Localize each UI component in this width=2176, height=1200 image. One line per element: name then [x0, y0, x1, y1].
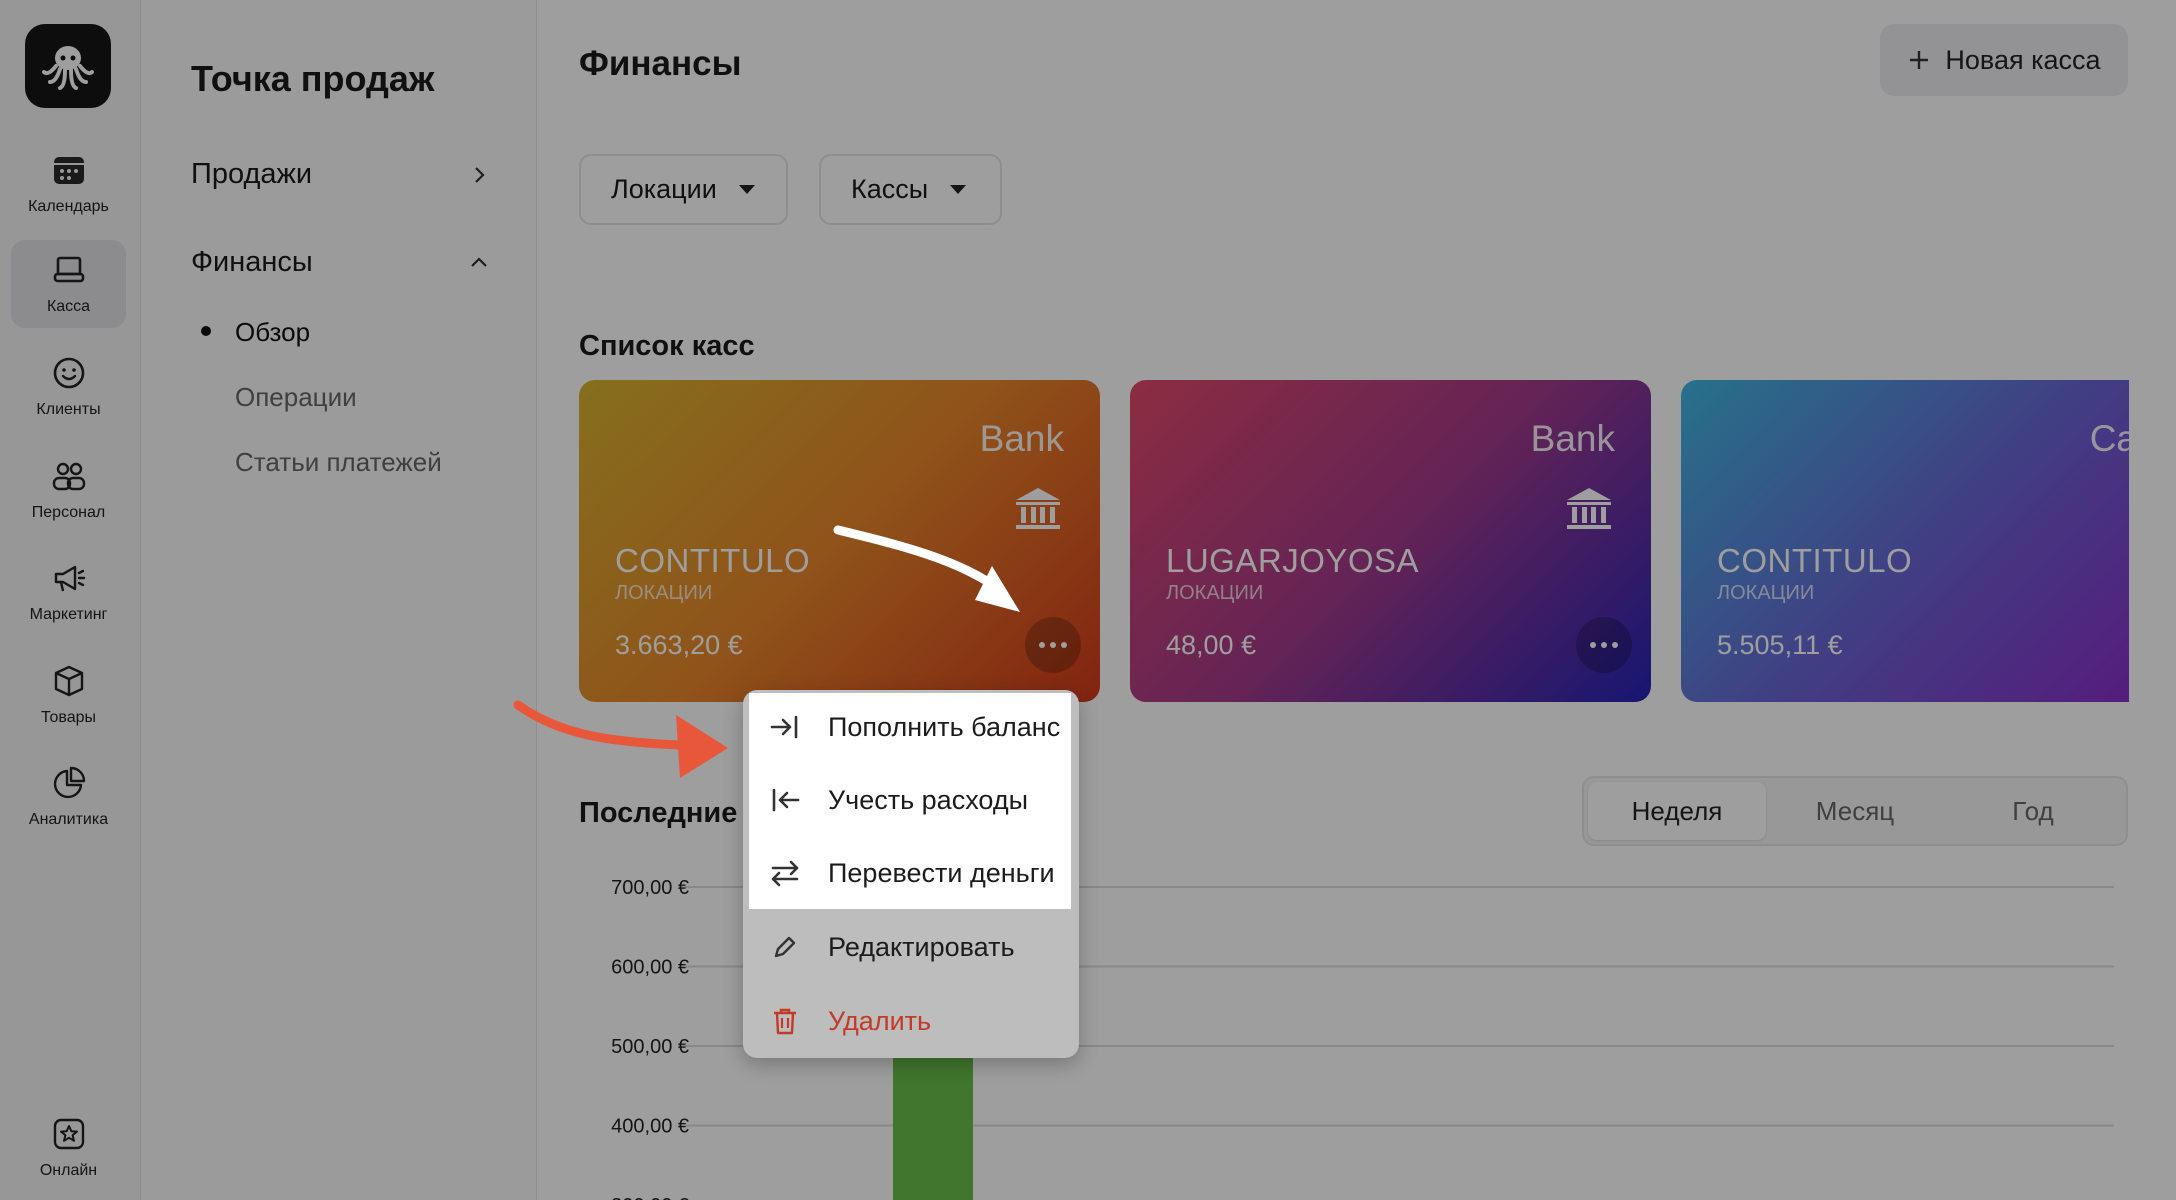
expense-icon [772, 788, 800, 812]
menu-transfer-label: Перевести деньги [828, 857, 1055, 888]
menu-delete-label: Удалить [828, 1005, 932, 1036]
menu-transfer[interactable]: Перевести деньги [768, 846, 1068, 900]
modal-overlay[interactable] [0, 0, 2176, 1200]
menu-delete[interactable]: Удалить [768, 994, 1068, 1048]
menu-deposit[interactable]: Пополнить баланс [768, 700, 1068, 754]
deposit-icon [770, 715, 798, 739]
menu-expense[interactable]: Учесть расходы [768, 773, 1068, 827]
pencil-icon [774, 936, 796, 958]
menu-edit[interactable]: Редактировать [768, 920, 1068, 974]
trash-icon [774, 1008, 796, 1035]
menu-deposit-label: Пополнить баланс [828, 711, 1061, 742]
transfer-icon [771, 860, 799, 887]
menu-expense-label: Учесть расходы [828, 784, 1028, 815]
menu-edit-label: Редактировать [828, 931, 1015, 962]
